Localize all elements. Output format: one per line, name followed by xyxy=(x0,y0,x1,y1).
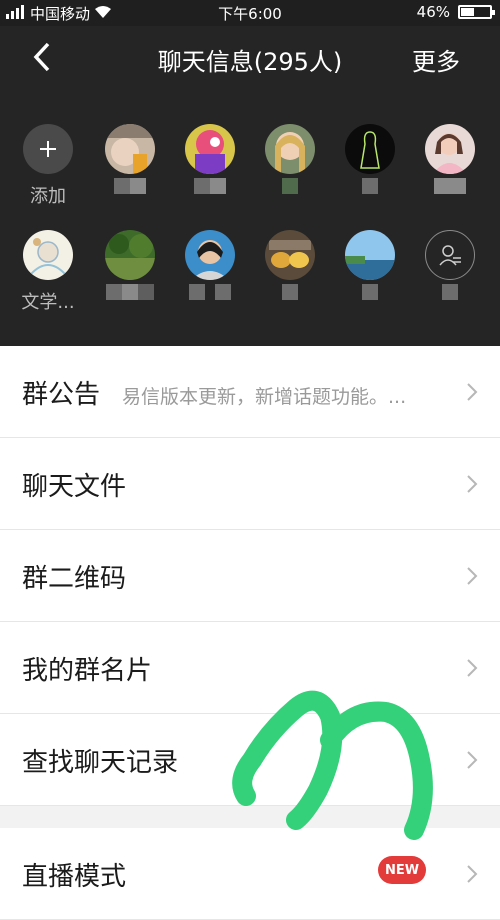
plus-icon xyxy=(23,124,73,174)
blurred-name xyxy=(332,284,408,300)
chevron-right-icon xyxy=(467,865,478,883)
avatar xyxy=(265,124,315,174)
announcement-label: 群公告 xyxy=(22,380,101,410)
avatar xyxy=(345,230,395,280)
nav-bar: 聊天信息(295人) 更多 xyxy=(0,26,500,90)
qr-code-label: 群二维码 xyxy=(22,564,127,594)
blurred-name xyxy=(412,178,488,194)
blurred-name xyxy=(252,178,328,194)
status-bar: 中国移动 下午6:00 46% xyxy=(0,0,500,26)
my-group-card-label: 我的群名片 xyxy=(22,656,153,686)
member-avatar[interactable] xyxy=(92,230,168,300)
add-member-label: 添加 xyxy=(30,186,66,207)
chevron-right-icon xyxy=(467,659,478,677)
add-member-button[interactable]: 添加 xyxy=(10,124,86,208)
my-group-card-row[interactable]: 我的群名片 xyxy=(0,622,500,714)
blurred-name xyxy=(332,178,408,194)
chat-files-label: 聊天文件 xyxy=(22,472,127,502)
search-chat-history-row[interactable]: 查找聊天记录 xyxy=(0,714,500,806)
avatar xyxy=(105,124,155,174)
group-announcement-row[interactable]: 群公告 易信版本更新，新增话题功能。... xyxy=(0,346,500,438)
new-badge: NEW xyxy=(378,856,426,884)
more-button[interactable]: 更多 xyxy=(412,42,460,77)
blurred-name xyxy=(92,284,168,300)
avatar xyxy=(105,230,155,280)
member-avatar[interactable] xyxy=(172,230,248,300)
announcement-preview: 易信版本更新，新增话题功能。... xyxy=(122,386,407,408)
avatar xyxy=(185,124,235,174)
member-avatar[interactable] xyxy=(172,124,248,194)
avatar xyxy=(23,230,73,280)
qr-code-row[interactable]: 群二维码 xyxy=(0,530,500,622)
blurred-name xyxy=(92,178,168,194)
chevron-right-icon xyxy=(467,751,478,769)
section-divider xyxy=(0,806,500,828)
search-chat-history-label: 查找聊天记录 xyxy=(22,748,179,778)
avatar xyxy=(345,124,395,174)
member-avatar[interactable]: 文学... xyxy=(10,230,86,314)
chat-files-row[interactable]: 聊天文件 xyxy=(0,438,500,530)
member-list-icon xyxy=(425,230,475,280)
member-avatar[interactable] xyxy=(332,124,408,194)
member-avatar[interactable] xyxy=(92,124,168,194)
battery-percent: 46% xyxy=(416,3,450,21)
chevron-right-icon xyxy=(467,475,478,493)
blurred-name xyxy=(172,284,248,300)
blurred-name xyxy=(252,284,328,300)
member-avatar[interactable] xyxy=(252,230,328,300)
chevron-right-icon xyxy=(467,567,478,585)
avatar xyxy=(425,124,475,174)
live-mode-label: 直播模式 xyxy=(22,862,127,892)
avatar xyxy=(265,230,315,280)
blurred-name xyxy=(172,178,248,194)
member-avatar[interactable] xyxy=(332,230,408,300)
battery-icon xyxy=(458,5,495,19)
settings-list: 群公告 易信版本更新，新增话题功能。... 聊天文件 群二维码 我的群名片 查找… xyxy=(0,346,500,920)
member-list-button[interactable] xyxy=(412,230,488,300)
group-header-panel: 聊天信息(295人) 更多 添加 文学... xyxy=(0,26,500,346)
member-avatar[interactable] xyxy=(252,124,328,194)
avatar xyxy=(185,230,235,280)
member-name: 文学... xyxy=(21,292,75,313)
blurred-name xyxy=(412,284,488,300)
chevron-right-icon xyxy=(467,383,478,401)
member-avatar[interactable] xyxy=(412,124,488,194)
